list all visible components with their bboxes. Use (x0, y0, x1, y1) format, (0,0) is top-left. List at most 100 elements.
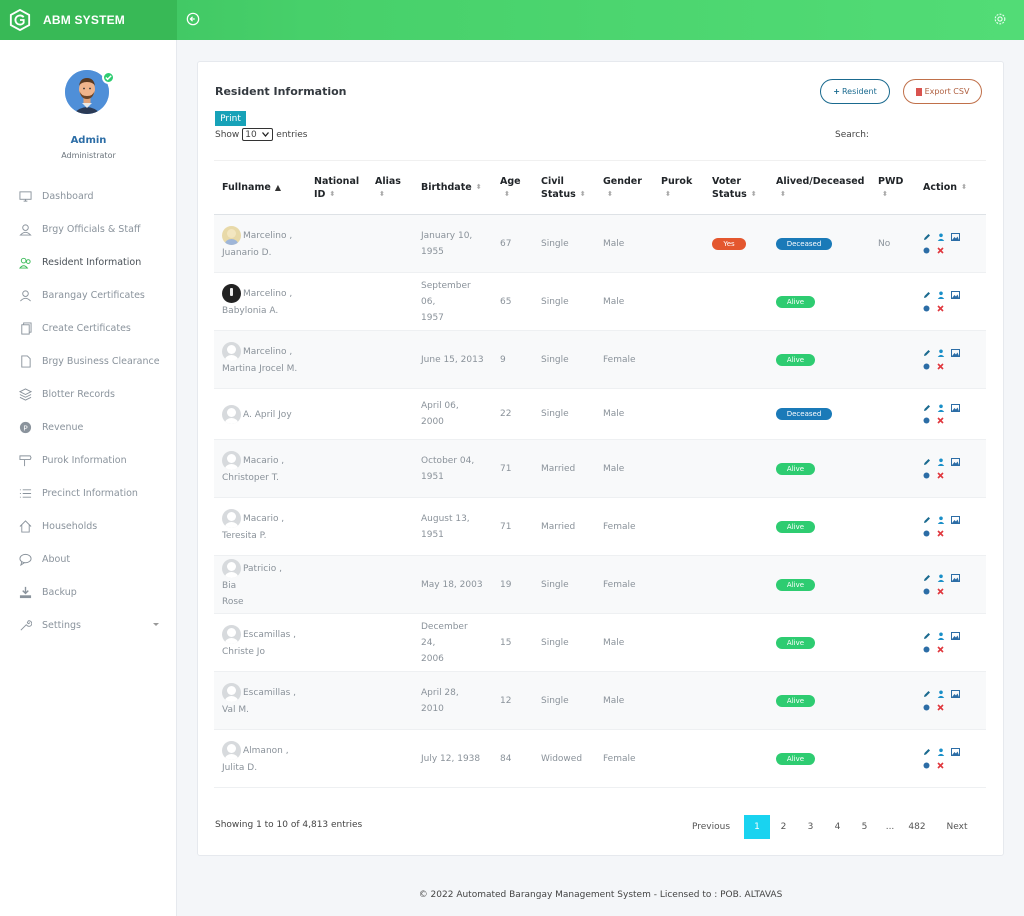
settings-gear-icon[interactable] (993, 12, 1007, 26)
resident-avatar (222, 741, 241, 760)
column-header-alias[interactable]: Alias⬍ (367, 161, 413, 215)
delete-x-icon[interactable] (937, 360, 951, 373)
image-icon[interactable] (951, 572, 965, 585)
status-dot-icon[interactable] (923, 585, 937, 598)
pagination-page-1[interactable]: 1 (744, 815, 770, 839)
view-user-icon[interactable] (937, 401, 951, 414)
status-dot-icon[interactable] (923, 643, 937, 656)
column-header-birthdate[interactable]: Birthdate ⬍ (413, 161, 492, 215)
delete-x-icon[interactable] (937, 302, 951, 315)
column-header-fullname[interactable]: Fullname ▲ (214, 161, 306, 215)
edit-pencil-icon[interactable] (923, 347, 937, 360)
sidebar-item-dashboard[interactable]: Dashboard (0, 180, 177, 213)
column-header-age[interactable]: Age⬍ (492, 161, 533, 215)
sidebar-item-revenue[interactable]: P Revenue (0, 411, 177, 444)
edit-pencil-icon[interactable] (923, 456, 937, 469)
image-icon[interactable] (951, 401, 965, 414)
edit-pencil-icon[interactable] (923, 514, 937, 527)
image-icon[interactable] (951, 289, 965, 302)
pagination-page-4[interactable]: 4 (824, 815, 851, 839)
delete-x-icon[interactable] (937, 585, 951, 598)
pagination-page-5[interactable]: 5 (851, 815, 878, 839)
sidebar-item-barangay-certificates[interactable]: Barangay Certificates (0, 279, 177, 312)
image-icon[interactable] (951, 231, 965, 244)
column-header-alived-deceased[interactable]: Alived/Deceased⬍ (768, 161, 870, 215)
sidebar-item-blotter-records[interactable]: Blotter Records (0, 378, 177, 411)
pagination-page-last[interactable]: 482 (902, 815, 932, 839)
image-icon[interactable] (951, 514, 965, 527)
sort-icon: ⬍ (882, 189, 888, 198)
pagination-page-2[interactable]: 2 (770, 815, 797, 839)
edit-pencil-icon[interactable] (923, 746, 937, 759)
sidebar-item-create-certificates[interactable]: Create Certificates (0, 312, 177, 345)
view-user-icon[interactable] (937, 514, 951, 527)
column-header-voter-status[interactable]: Voter Status ⬍ (704, 161, 768, 215)
show-label: Show (215, 129, 240, 140)
view-user-icon[interactable] (937, 688, 951, 701)
status-dot-icon[interactable] (923, 360, 937, 373)
status-dot-icon[interactable] (923, 701, 937, 714)
view-user-icon[interactable] (937, 456, 951, 469)
sidebar-item-about[interactable]: About (0, 543, 177, 576)
export-csv-button[interactable]: Export CSV (903, 79, 982, 104)
image-icon[interactable] (951, 630, 965, 643)
view-user-icon[interactable] (937, 231, 951, 244)
collapse-sidebar-icon[interactable] (186, 12, 200, 26)
edit-pencil-icon[interactable] (923, 289, 937, 302)
add-resident-button[interactable]: + Resident (820, 79, 890, 104)
user-name[interactable]: Admin (0, 135, 177, 146)
view-user-icon[interactable] (937, 347, 951, 360)
resident-table-body: Marcelino , Juanario D. January 10, 1955 67 S… (214, 214, 986, 788)
sidebar-item-business-clearance[interactable]: Brgy Business Clearance (0, 345, 177, 378)
column-header-civil-status[interactable]: Civil Status ⬍ (533, 161, 595, 215)
status-dot-icon[interactable] (923, 469, 937, 482)
delete-x-icon[interactable] (937, 469, 951, 482)
pagination-page-3[interactable]: 3 (797, 815, 824, 839)
delete-x-icon[interactable] (937, 701, 951, 714)
sidebar-item-officials[interactable]: Brgy Officials & Staff (0, 213, 177, 246)
column-header-gender[interactable]: Gender⬍ (595, 161, 653, 215)
image-icon[interactable] (951, 688, 965, 701)
user-avatar[interactable] (65, 70, 115, 120)
edit-pencil-icon[interactable] (923, 572, 937, 585)
delete-x-icon[interactable] (937, 244, 951, 257)
view-user-icon[interactable] (937, 746, 951, 759)
column-header-purok[interactable]: Purok⬍ (653, 161, 704, 215)
edit-pencil-icon[interactable] (923, 231, 937, 244)
delete-x-icon[interactable] (937, 759, 951, 772)
sidebar-item-settings[interactable]: Settings (0, 609, 177, 642)
image-icon[interactable] (951, 746, 965, 759)
print-button[interactable]: Print (215, 111, 246, 126)
status-dot-icon[interactable] (923, 759, 937, 772)
sidebar-item-precinct-information[interactable]: Precinct Information (0, 477, 177, 510)
status-dot-icon[interactable] (923, 414, 937, 427)
table-row: Marcelino , Martina Jrocel M. June 15, 201… (214, 330, 986, 389)
image-icon[interactable] (951, 347, 965, 360)
column-header-national-id[interactable]: National ID ⬍ (306, 161, 367, 215)
cell-gender: Male (603, 463, 625, 474)
delete-x-icon[interactable] (937, 414, 951, 427)
entries-select[interactable]: 10 (242, 128, 274, 141)
view-user-icon[interactable] (937, 630, 951, 643)
pagination-previous[interactable]: Previous (686, 815, 736, 839)
delete-x-icon[interactable] (937, 643, 951, 656)
column-header-action[interactable]: Action ⬍ (915, 161, 986, 215)
edit-pencil-icon[interactable] (923, 401, 937, 414)
image-icon[interactable] (951, 456, 965, 469)
sidebar-item-purok-information[interactable]: Purok Information (0, 444, 177, 477)
pagination-next[interactable]: Next (932, 815, 982, 839)
view-user-icon[interactable] (937, 289, 951, 302)
resident-name-second: Julita D. (222, 763, 258, 773)
edit-pencil-icon[interactable] (923, 688, 937, 701)
sidebar-item-households[interactable]: Households (0, 510, 177, 543)
sidebar-item-backup[interactable]: Backup (0, 576, 177, 609)
sidebar-item-resident-information[interactable]: Resident Information (0, 246, 177, 279)
status-dot-icon[interactable] (923, 244, 937, 257)
edit-pencil-icon[interactable] (923, 630, 937, 643)
column-header-pwd[interactable]: PWD⬍ (870, 161, 915, 215)
view-user-icon[interactable] (937, 572, 951, 585)
status-dot-icon[interactable] (923, 527, 937, 540)
status-dot-icon[interactable] (923, 302, 937, 315)
brand[interactable]: ABM SYSTEM (0, 0, 177, 40)
delete-x-icon[interactable] (937, 527, 951, 540)
